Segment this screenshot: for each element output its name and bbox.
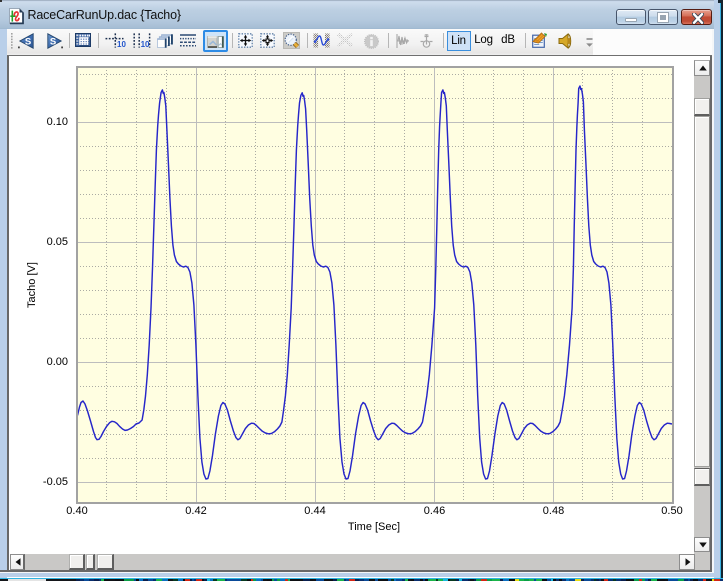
svg-text:S: S <box>49 36 55 47</box>
svg-text:10: 10 <box>117 40 126 48</box>
svg-text:S: S <box>25 36 31 47</box>
svg-text:10: 10 <box>140 40 149 48</box>
